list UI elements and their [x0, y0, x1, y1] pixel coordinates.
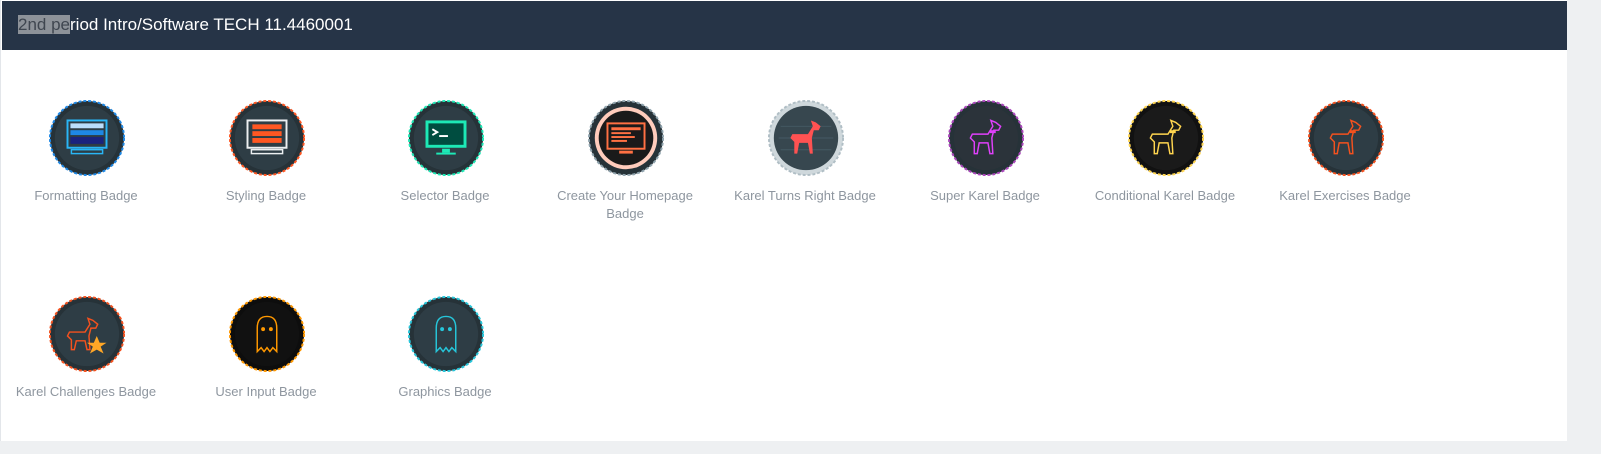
- badge-label: Create Your Homepage Badge: [557, 188, 693, 221]
- badge-label: Styling Badge: [225, 188, 307, 203]
- badge-label: Super Karel Badge: [930, 188, 1040, 203]
- homepage-monitor-icon: [587, 99, 665, 177]
- badge-styling[interactable]: Styling Badge: [188, 99, 344, 249]
- badge-super-karel[interactable]: Super Karel Badge: [907, 99, 1063, 249]
- title-selection: 2nd pe: [18, 15, 70, 34]
- badge-create-homepage[interactable]: Create Your Homepage Badge: [547, 99, 703, 249]
- badges-panel: 2nd period Intro/Software TECH 11.446000…: [0, 0, 1568, 441]
- badge-label: Karel Exercises Badge: [1279, 188, 1411, 203]
- badge-karel-exercises[interactable]: Karel Exercises Badge: [1267, 99, 1423, 249]
- badge-label: Karel Turns Right Badge: [734, 188, 876, 203]
- ghost-teal-icon: [407, 295, 485, 373]
- badge-label: Conditional Karel Badge: [1094, 188, 1236, 203]
- karel-dog-red-icon: [767, 99, 845, 177]
- ghost-orange-icon: [228, 295, 306, 373]
- badge-user-input[interactable]: User Input Badge: [188, 295, 344, 445]
- karel-dog-yellow-icon: [1127, 99, 1205, 177]
- badge-conditional-karel[interactable]: Conditional Karel Badge: [1087, 99, 1243, 249]
- monitor-orange-icon: [228, 99, 306, 177]
- title-text: riod Intro/Software TECH 11.4460001: [70, 15, 353, 34]
- header-bar: 2nd period Intro/Software TECH 11.446000…: [2, 1, 1568, 50]
- page-title: 2nd period Intro/Software TECH 11.446000…: [18, 15, 353, 35]
- karel-dog-outline-red-icon: [1307, 99, 1385, 177]
- badge-formatting[interactable]: Formatting Badge: [8, 99, 164, 249]
- terminal-green-icon: [407, 99, 485, 177]
- karel-dog-star-icon: [48, 295, 126, 373]
- monitor-blue-icon: [48, 99, 126, 177]
- badge-selector[interactable]: Selector Badge: [367, 99, 523, 249]
- page-gutter: [1567, 0, 1601, 454]
- badge-label: Karel Challenges Badge: [15, 384, 157, 399]
- badge-label: Formatting Badge: [34, 188, 138, 203]
- badge-graphics[interactable]: Graphics Badge: [367, 295, 523, 445]
- badge-karel-turns-right[interactable]: Karel Turns Right Badge: [727, 99, 883, 249]
- badge-karel-challenges[interactable]: Karel Challenges Badge: [8, 295, 164, 445]
- badge-label: User Input Badge: [215, 384, 317, 399]
- badge-label: Selector Badge: [400, 188, 490, 203]
- badge-label: Graphics Badge: [398, 384, 492, 399]
- karel-dog-magenta-icon: [947, 99, 1025, 177]
